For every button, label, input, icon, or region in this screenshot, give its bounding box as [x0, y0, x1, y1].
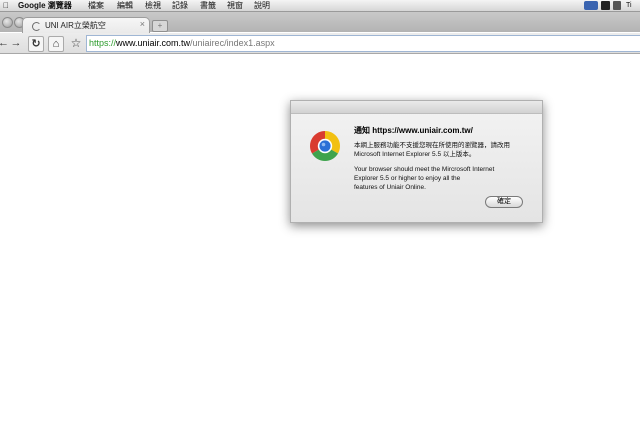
drive-status-icon[interactable] [584, 1, 598, 10]
tab-close-icon[interactable]: × [140, 19, 145, 29]
forward-icon[interactable]: → [10, 36, 22, 50]
ok-button[interactable]: 確定 [485, 196, 523, 208]
browser-toolbar: ← → ↻ ⌂ ☆ https://www.uniair.com.tw/unia… [0, 33, 640, 54]
tray-icon[interactable] [601, 1, 610, 10]
dialog-message-zh-line1: 本網上服務功能不支援您現在所使用的瀏覽器，請改用 [354, 142, 510, 149]
dialog-message-zh-line2: Microsoft Internet Explorer 5.5 以上版本。 [354, 151, 476, 158]
url-domain: www.uniair.com.tw [116, 38, 191, 48]
tab-uniair[interactable]: UNI AIR立榮航空 × [22, 17, 150, 34]
back-icon[interactable]: ← [0, 36, 9, 50]
url-scheme: https:// [89, 38, 117, 48]
chrome-logo-icon [309, 131, 341, 162]
menu-bookmarks[interactable]: 書籤 [200, 0, 216, 11]
address-bar[interactable]: https://www.uniair.com.tw/uniairec/index… [86, 35, 640, 52]
close-window-icon[interactable] [2, 17, 13, 28]
bookmark-star-icon[interactable]: ☆ [69, 36, 83, 50]
alert-dialog: 通知 https://www.uniair.com.tw/ 本網上服務功能不支援… [290, 100, 543, 223]
menu-app-name[interactable]: Google 瀏覽器 [18, 0, 72, 11]
dialog-titlebar[interactable] [291, 101, 542, 114]
menu-file[interactable]: 檔案 [88, 0, 104, 11]
new-tab-button[interactable]: + [152, 20, 168, 32]
battery-icon[interactable] [613, 1, 621, 10]
dialog-message-en-line3: features of Uniair Online. [354, 184, 426, 191]
home-icon[interactable]: ⌂ [48, 36, 64, 52]
url-path: /uniairec/index1.aspx [190, 38, 275, 48]
dialog-title: 通知 https://www.uniair.com.tw/ [354, 126, 473, 135]
apple-menu-icon[interactable]:  [3, 0, 9, 11]
dialog-message-en-line2: Explorer 5.5 or higher to enjoy all the [354, 175, 461, 182]
menu-bar:  Google 瀏覽器 檔案 編輯 檢視 記錄 書籤 視窗 說明 Ti [0, 0, 640, 12]
dialog-message-en-line1: Your browser should meet the Mircrosoft … [354, 166, 495, 173]
menu-window[interactable]: 視窗 [227, 0, 243, 11]
tab-title: UNI AIR立榮航空 [45, 21, 106, 30]
reload-icon[interactable]: ↻ [28, 36, 44, 52]
menu-help[interactable]: 說明 [254, 0, 270, 11]
menu-history[interactable]: 記錄 [172, 0, 188, 11]
loading-icon [32, 22, 41, 31]
clock-text[interactable]: Ti [626, 0, 632, 11]
menu-edit[interactable]: 編輯 [117, 0, 133, 11]
menu-view[interactable]: 檢視 [145, 0, 161, 11]
